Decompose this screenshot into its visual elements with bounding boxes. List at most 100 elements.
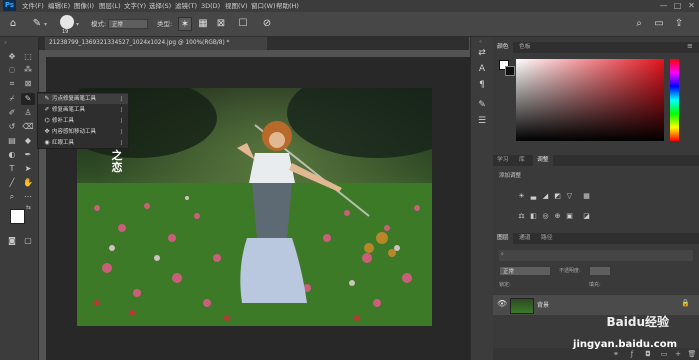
layer-kind-filter-icon[interactable]: ⌕: [501, 251, 504, 257]
brush-tool-icon[interactable]: ✐: [5, 107, 19, 119]
curves-icon[interactable]: ◢: [541, 192, 550, 201]
patch-tool-item[interactable]: ⌬ 修补工具 J: [38, 116, 128, 126]
new-layer-icon[interactable]: +: [673, 349, 683, 359]
channel-mixer-icon[interactable]: ⊕: [553, 212, 562, 221]
color-lookup-icon[interactable]: ▣: [565, 212, 574, 221]
close-button[interactable]: ✕: [687, 0, 696, 12]
color-field[interactable]: [516, 59, 664, 141]
dodge-tool-icon[interactable]: ◐: [5, 149, 19, 161]
lasso-tool-icon[interactable]: ◌: [5, 64, 19, 76]
workspace-icon[interactable]: ▭: [652, 17, 666, 31]
vibrance-icon[interactable]: ▽: [565, 192, 574, 201]
panel-menu-icon[interactable]: ≡: [687, 42, 693, 50]
opacity-field[interactable]: [589, 266, 611, 276]
hue-saturation-icon[interactable]: ▦: [582, 192, 591, 201]
menu-file[interactable]: 文件(F): [22, 0, 44, 12]
tab-adjustments[interactable]: 调整: [533, 155, 553, 166]
tab-channels[interactable]: 通道: [515, 233, 535, 244]
tab-paths[interactable]: 路径: [537, 233, 557, 244]
screen-mode-icon[interactable]: ▢: [21, 235, 35, 247]
frame-tool-icon[interactable]: ⊠: [21, 78, 35, 90]
trash-icon[interactable]: 🗑: [687, 349, 697, 359]
line-tool-icon[interactable]: ╱: [5, 177, 19, 189]
tab-libraries[interactable]: 库: [515, 155, 529, 166]
marquee-tool-icon[interactable]: ⬚: [21, 51, 35, 63]
menu-help[interactable]: 帮助(H): [276, 0, 299, 12]
menu-window[interactable]: 窗口(W): [251, 0, 276, 12]
hand-tool-icon[interactable]: ✋: [21, 177, 35, 189]
link-layers-icon[interactable]: ⚭: [611, 349, 621, 359]
clone-stamp-tool-icon[interactable]: ♙: [21, 107, 35, 119]
collapse-icon[interactable]: «: [479, 39, 482, 45]
content-aware-icon[interactable]: ✶: [178, 17, 192, 31]
red-eye-item[interactable]: ◉ 红眼工具 J: [38, 138, 128, 148]
photo-filter-icon[interactable]: ◎: [541, 212, 550, 221]
hue-slider[interactable]: [670, 59, 679, 141]
character-icon[interactable]: A: [475, 63, 489, 75]
tab-swatches[interactable]: 色板: [515, 42, 535, 53]
levels-icon[interactable]: ▃: [529, 192, 538, 201]
fx-icon[interactable]: ƒ: [627, 349, 637, 359]
healing-brush-icon[interactable]: ✎: [30, 17, 44, 31]
menu-filter[interactable]: 滤镜(T): [175, 0, 197, 12]
share-icon[interactable]: ⇪: [672, 17, 686, 31]
panel-background-swatch[interactable]: [505, 66, 515, 76]
menu-view[interactable]: 视图(V): [225, 0, 248, 12]
foreground-color-swatch[interactable]: [10, 209, 25, 224]
paragraph-icon[interactable]: ¶: [475, 79, 489, 91]
visibility-eye-icon[interactable]: 👁: [497, 299, 507, 308]
move-tool-icon[interactable]: ✥: [5, 51, 19, 63]
menu-layer[interactable]: 图层(L): [99, 0, 121, 12]
document-tab[interactable]: 21238799_1369321334527_1024x1024.jpg @ 1…: [45, 37, 267, 50]
sample-all-layers-icon[interactable]: ☐: [236, 17, 250, 31]
layer-row-background[interactable]: 👁 背景 🔒: [493, 295, 699, 315]
zoom-tool-icon[interactable]: ⌕: [5, 191, 19, 203]
brush-settings-icon[interactable]: ✎: [475, 99, 489, 111]
quick-select-tool-icon[interactable]: ⁂: [21, 64, 35, 76]
maximize-button[interactable]: □: [673, 0, 682, 12]
healing-brush-tool-icon[interactable]: ✎: [21, 93, 35, 105]
menu-edit[interactable]: 编辑(E): [48, 0, 70, 12]
new-group-icon[interactable]: ▭: [659, 349, 669, 359]
blend-mode-select[interactable]: 正常: [499, 266, 551, 276]
pressure-size-icon[interactable]: ⊘: [260, 17, 274, 31]
eraser-tool-icon[interactable]: ⌫: [21, 121, 35, 133]
menu-3d[interactable]: 3D(D): [201, 0, 220, 12]
tab-color[interactable]: 颜色: [493, 42, 513, 53]
minimize-button[interactable]: —: [659, 0, 668, 12]
exposure-icon[interactable]: ◩: [553, 192, 562, 201]
menu-type[interactable]: 文字(Y): [124, 0, 146, 12]
crop-tool-icon[interactable]: ⌗: [5, 78, 19, 90]
healing-brush-item[interactable]: ✐ 修复画笔工具 J: [38, 105, 128, 115]
invert-icon[interactable]: ◪: [582, 212, 591, 221]
menu-select[interactable]: 选择(S): [149, 0, 171, 12]
type-tool-icon[interactable]: T: [5, 163, 19, 175]
quick-mask-icon[interactable]: ◙: [5, 235, 19, 247]
create-texture-icon[interactable]: ▦: [196, 17, 210, 31]
mode-select[interactable]: 正常: [108, 19, 148, 29]
home-icon[interactable]: ⌂: [6, 17, 20, 31]
tab-layers[interactable]: 图层: [493, 233, 513, 244]
black-white-icon[interactable]: ◧: [529, 212, 538, 221]
gradient-tool-icon[interactable]: ▤: [5, 135, 19, 147]
spot-healing-brush-item[interactable]: ✎ 污点修复画笔工具 J: [38, 94, 128, 104]
eyedropper-tool-icon[interactable]: ⌿: [5, 93, 19, 105]
tab-learn[interactable]: 学习: [493, 155, 513, 166]
brightness-icon[interactable]: ☀: [517, 192, 526, 201]
history-icon[interactable]: ⇄: [475, 47, 489, 59]
path-select-tool-icon[interactable]: ➤: [21, 163, 35, 175]
content-aware-move-item[interactable]: ✥ 内容感知移动工具 J: [38, 127, 128, 137]
canvas-image[interactable]: [77, 88, 432, 326]
color-balance-icon[interactable]: ⚖: [517, 212, 526, 221]
properties-icon[interactable]: ☰: [475, 115, 489, 127]
tool-preset-chevron-icon[interactable]: ▾: [44, 21, 47, 28]
mask-icon[interactable]: ◘: [643, 349, 653, 359]
brush-chevron-icon[interactable]: ▾: [76, 21, 79, 28]
pen-tool-icon[interactable]: ✒: [21, 149, 35, 161]
search-icon[interactable]: ⌕: [632, 17, 646, 31]
blur-tool-icon[interactable]: ◆: [21, 135, 35, 147]
brush-preview-icon[interactable]: [60, 15, 74, 29]
more-tools-icon[interactable]: ⋯: [21, 191, 35, 203]
history-brush-tool-icon[interactable]: ↺: [5, 121, 19, 133]
collapse-arrows-icon[interactable]: »: [4, 40, 7, 46]
